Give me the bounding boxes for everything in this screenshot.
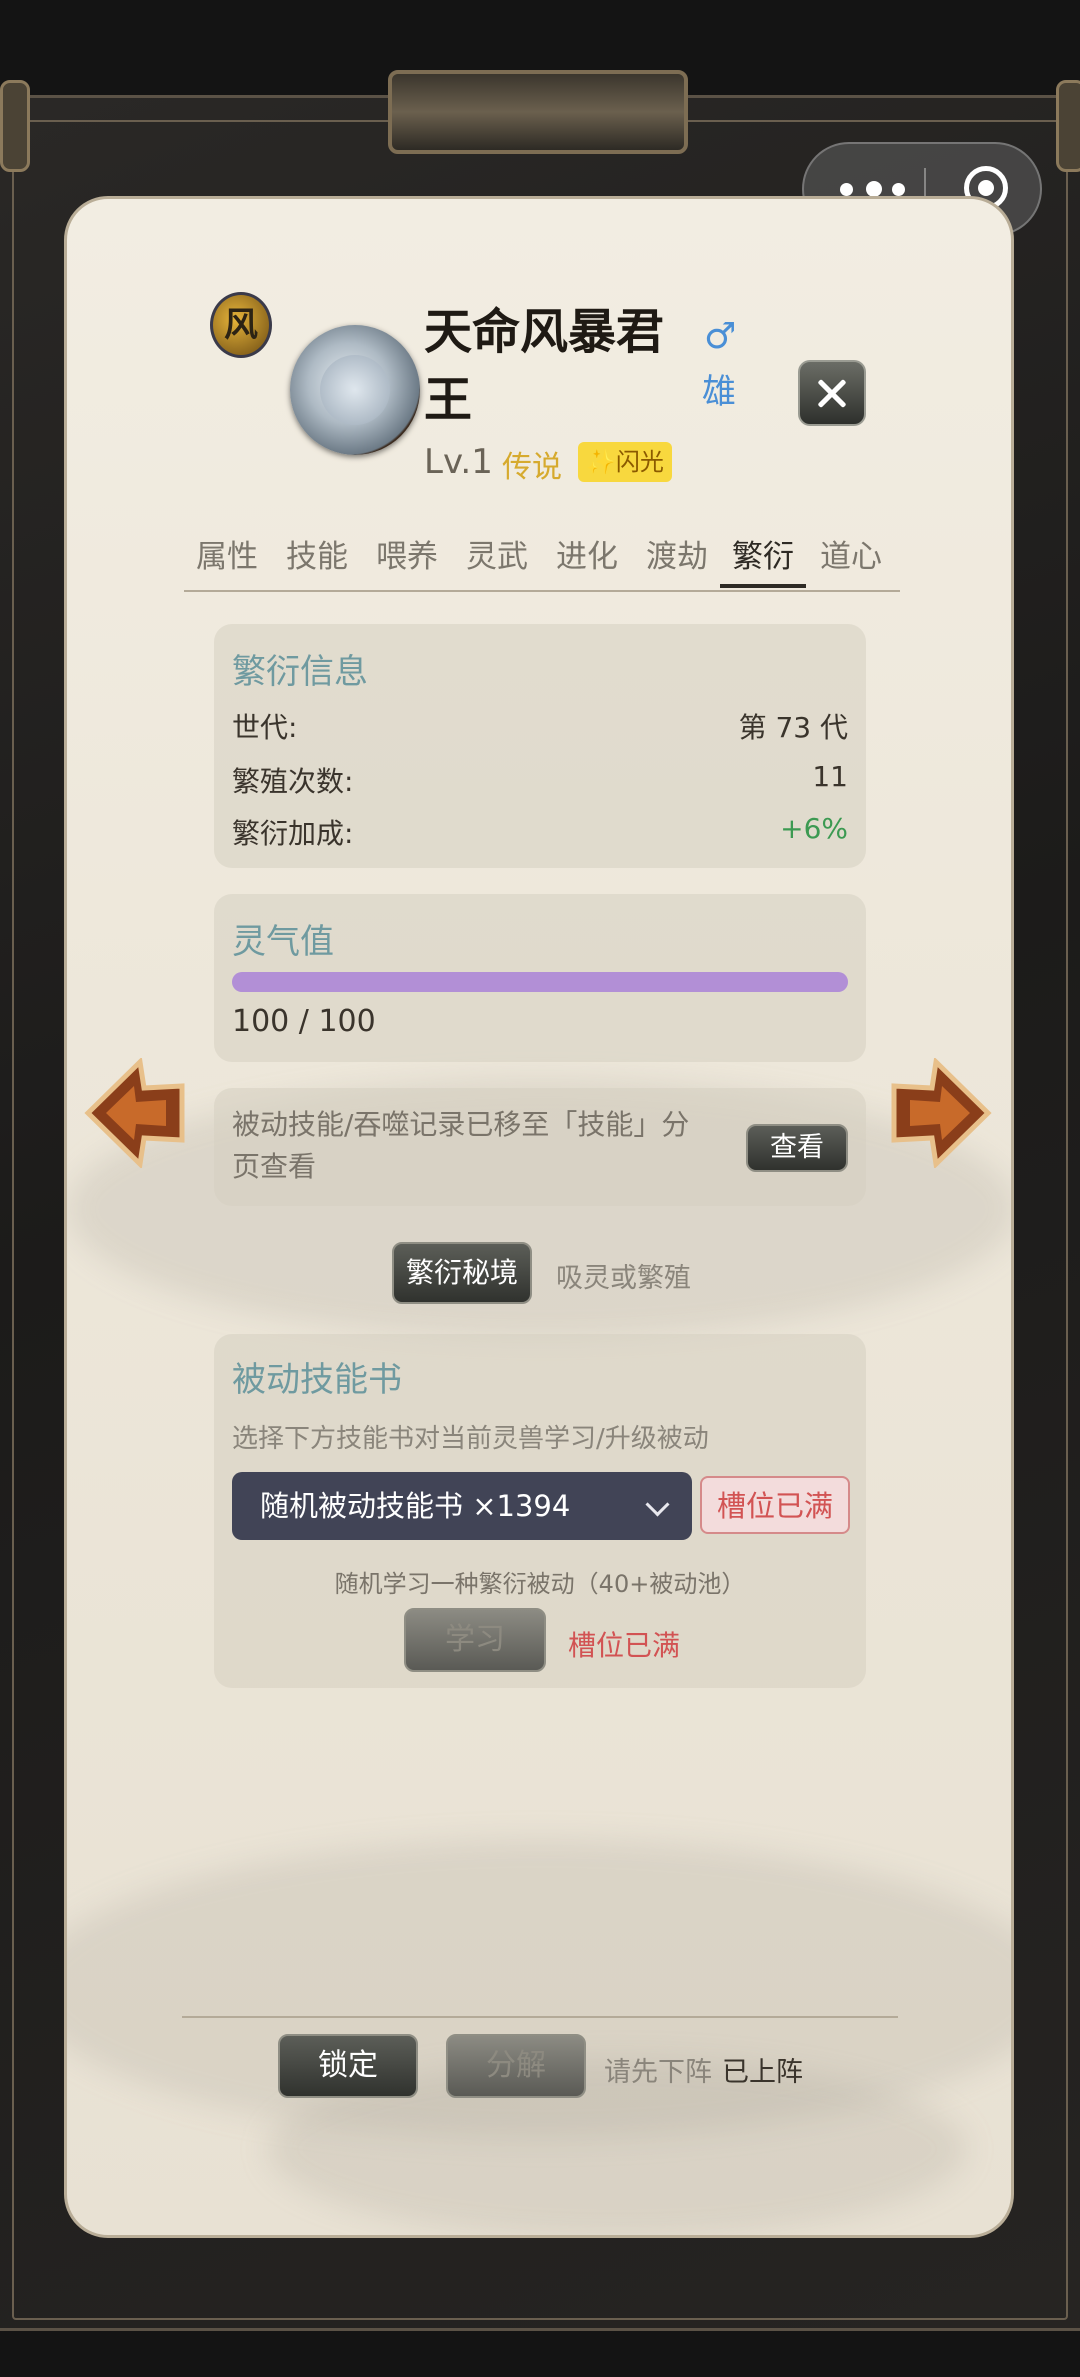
breeding-info-card: 繁衍信息 世代: 第 73 代 繁殖次数: 11 繁衍加成: +6% xyxy=(214,624,866,868)
decompose-button[interactable]: 分解 xyxy=(446,2034,586,2098)
notice-text: 被动技能/吞噬记录已移至「技能」分页查看 xyxy=(232,1108,690,1183)
breed-count-label: 繁殖次数: xyxy=(232,765,354,798)
generation-label: 世代: xyxy=(232,711,298,744)
generation-value: 第 73 代 xyxy=(738,711,848,744)
breeding-realm-button[interactable]: 繁衍秘境 xyxy=(392,1242,532,1304)
male-icon: ♂ xyxy=(704,316,737,357)
pet-level: Lv.1 xyxy=(424,442,493,482)
tab-dao-heart[interactable]: 道心 xyxy=(808,530,894,584)
skill-book-description: 随机学习一种繁衍被动（40+被动池） xyxy=(334,1570,746,1598)
scroll-end-left xyxy=(0,80,30,172)
scroll-rod xyxy=(388,70,688,154)
pet-avatar xyxy=(290,325,420,455)
aura-bar xyxy=(232,972,848,992)
pet-name: 天命风暴君王 xyxy=(424,304,665,428)
breed-bonus-value: +6% xyxy=(780,812,848,845)
tab-tribulation[interactable]: 渡劫 xyxy=(634,530,720,584)
slot-full-badge: 槽位已满 xyxy=(700,1476,850,1534)
decompose-hint: 请先下阵 xyxy=(604,2057,712,2088)
aura-title: 灵气值 xyxy=(232,922,334,962)
lock-button[interactable]: 锁定 xyxy=(278,2034,418,2098)
card-title: 繁衍信息 xyxy=(232,652,368,692)
element-emblem-icon: 风 xyxy=(210,292,272,358)
skill-book-select-value: 随机被动技能书 ×1394 xyxy=(260,1489,571,1523)
breed-count-value: 11 xyxy=(812,760,848,793)
notice-card: 被动技能/吞噬记录已移至「技能」分页查看 查看 xyxy=(214,1088,866,1206)
deployed-status: 已上阵 xyxy=(722,2057,803,2088)
skill-book-card: 被动技能书 选择下方技能书对当前灵兽学习/升级被动 随机被动技能书 ×1394 … xyxy=(214,1334,866,1688)
breed-bonus-label: 繁衍加成: xyxy=(232,817,354,850)
tab-breeding[interactable]: 繁衍 xyxy=(720,530,806,588)
tab-evolution[interactable]: 进化 xyxy=(544,530,630,584)
skill-book-title: 被动技能书 xyxy=(232,1360,402,1400)
aura-value: 100 / 100 xyxy=(232,1004,376,1039)
next-arrow-icon[interactable] xyxy=(888,1058,992,1168)
shine-badge: ✨闪光 xyxy=(578,442,672,482)
tab-attributes[interactable]: 属性 xyxy=(184,530,270,584)
prev-arrow-icon[interactable] xyxy=(84,1058,188,1168)
learn-status: 槽位已满 xyxy=(568,1629,681,1662)
tab-feed[interactable]: 喂养 xyxy=(364,530,450,584)
breeding-realm-hint: 吸灵或繁殖 xyxy=(556,1263,691,1294)
skill-book-select[interactable]: 随机被动技能书 ×1394 xyxy=(232,1472,692,1540)
chevron-down-icon xyxy=(645,1492,670,1517)
learn-button[interactable]: 学习 xyxy=(404,1608,546,1672)
aura-bar-fill xyxy=(232,972,848,992)
footer-divider xyxy=(182,2016,898,2018)
pet-detail-panel xyxy=(64,196,1014,2238)
rarity-label: 传说 xyxy=(502,450,562,485)
gender-label: 雄 xyxy=(702,372,736,412)
aura-card: 灵气值 100 / 100 xyxy=(214,894,866,1062)
skill-book-subtitle: 选择下方技能书对当前灵兽学习/升级被动 xyxy=(232,1424,709,1454)
tab-bar: 属性 技能 喂养 灵武 进化 渡劫 繁衍 道心 xyxy=(184,530,900,592)
tab-spirit-weapon[interactable]: 灵武 xyxy=(454,530,540,584)
view-button[interactable]: 查看 xyxy=(746,1124,848,1172)
scroll-end-right xyxy=(1056,80,1080,172)
close-button[interactable] xyxy=(798,360,866,426)
tab-skills[interactable]: 技能 xyxy=(274,530,360,584)
